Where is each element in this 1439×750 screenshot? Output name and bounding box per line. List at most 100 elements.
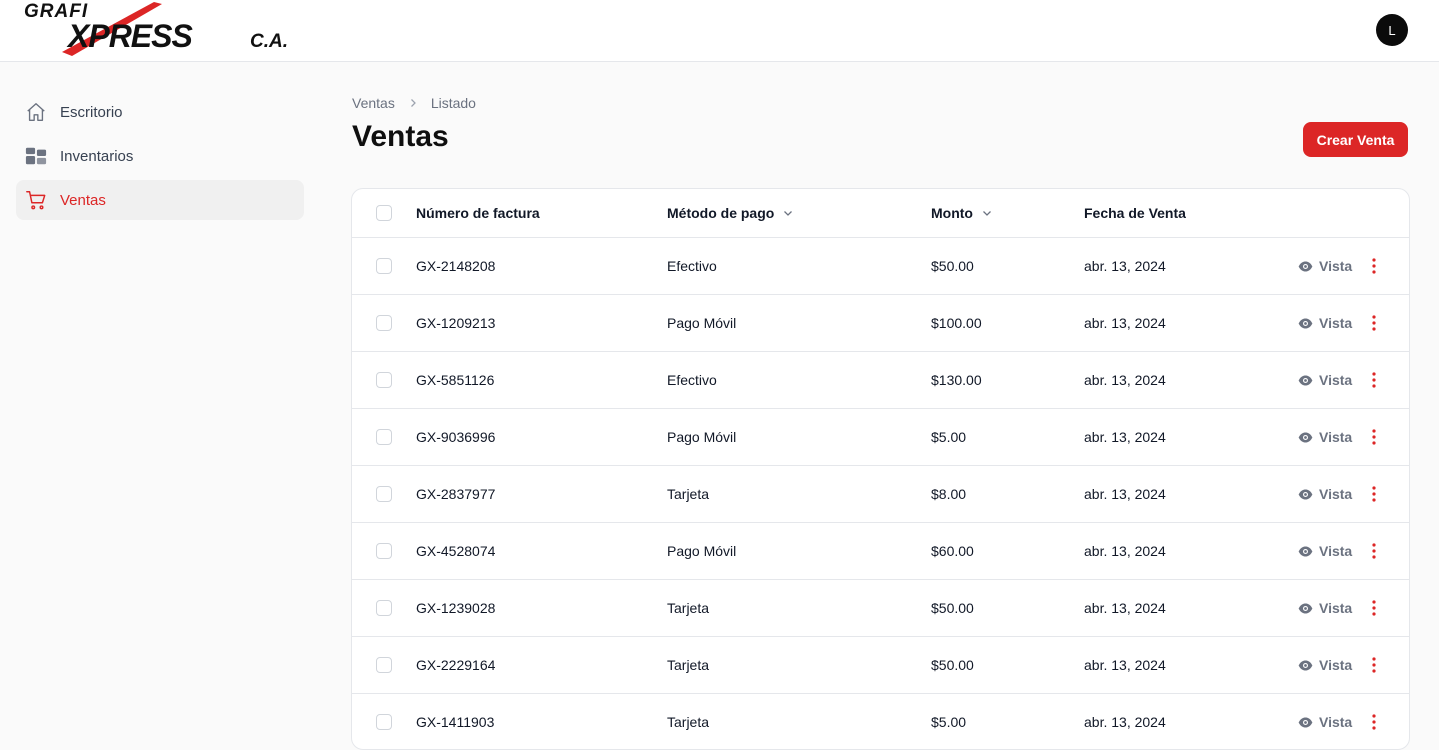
sale-date: abr. 13, 2024 <box>1084 543 1166 559</box>
sale-date: abr. 13, 2024 <box>1084 429 1166 445</box>
row-checkbox[interactable] <box>376 295 392 351</box>
view-label: Vista <box>1319 600 1353 616</box>
view-button[interactable]: Vista <box>1298 409 1352 465</box>
table-row[interactable]: GX-1209213 Pago Móvil $100.00 abr. 13, 2… <box>352 295 1409 352</box>
more-options-icon[interactable] <box>1366 694 1382 749</box>
row-checkbox[interactable] <box>376 466 392 522</box>
create-sale-button[interactable]: Crear Venta <box>1303 122 1408 157</box>
view-label: Vista <box>1319 714 1353 730</box>
more-options-icon[interactable] <box>1366 523 1382 579</box>
view-button[interactable]: Vista <box>1298 352 1352 408</box>
invoice-number: GX-9036996 <box>416 429 496 445</box>
eye-icon <box>1298 717 1313 727</box>
sidebar-item-ventas[interactable]: Ventas <box>16 180 304 220</box>
table-row[interactable]: GX-2229164 Tarjeta $50.00 abr. 13, 2024 … <box>352 637 1409 694</box>
more-options-icon[interactable] <box>1366 466 1382 522</box>
invoice-number: GX-1411903 <box>416 714 495 730</box>
sidebar: Escritorio Inventarios Ventas <box>16 92 304 224</box>
more-options-icon[interactable] <box>1366 238 1382 294</box>
svg-text:XPRESS: XPRESS <box>66 18 193 54</box>
column-header-payment-method[interactable]: Método de pago <box>667 189 794 237</box>
view-button[interactable]: Vista <box>1298 580 1352 636</box>
column-header-amount[interactable]: Monto <box>931 189 993 237</box>
view-button[interactable]: Vista <box>1298 694 1353 749</box>
home-icon <box>24 100 48 124</box>
table-row[interactable]: GX-2148208 Efectivo $50.00 abr. 13, 2024… <box>352 238 1409 295</box>
eye-icon <box>1298 261 1313 271</box>
table-row[interactable]: GX-1411903 Tarjeta $5.00 abr. 13, 2024 V… <box>352 694 1409 749</box>
payment-method: Tarjeta <box>667 486 710 502</box>
view-label: Vista <box>1319 486 1353 502</box>
invoice-number: GX-1209213 <box>416 315 496 331</box>
eye-icon <box>1298 546 1313 556</box>
table-row[interactable]: GX-5851126 Efectivo $130.00 abr. 13, 202… <box>352 352 1409 409</box>
invoice-number: GX-5851126 <box>416 372 495 388</box>
view-label: Vista <box>1319 543 1353 559</box>
sale-date: abr. 13, 2024 <box>1084 315 1166 331</box>
payment-method: Tarjeta <box>667 600 710 616</box>
breadcrumb-link-ventas[interactable]: Ventas <box>352 95 395 111</box>
amount: $50.00 <box>931 600 974 616</box>
brand-logo: GRAFI XPRESS C.A. <box>24 1 288 56</box>
payment-method: Tarjeta <box>667 657 710 673</box>
row-checkbox[interactable] <box>376 352 392 408</box>
view-button[interactable]: Vista <box>1298 637 1352 693</box>
payment-method: Pago Móvil <box>667 543 737 559</box>
row-checkbox[interactable] <box>376 238 392 294</box>
sidebar-item-inventarios[interactable]: Inventarios <box>16 136 304 176</box>
top-bar: GRAFI XPRESS C.A. L <box>0 0 1439 62</box>
sale-date: abr. 13, 2024 <box>1084 600 1166 616</box>
user-avatar[interactable]: L <box>1376 14 1408 46</box>
eye-icon <box>1298 375 1313 385</box>
sale-date: abr. 13, 2024 <box>1084 486 1166 502</box>
row-checkbox[interactable] <box>376 523 392 579</box>
sale-date: abr. 13, 2024 <box>1084 372 1166 388</box>
amount: $50.00 <box>931 657 974 673</box>
eye-icon <box>1298 660 1313 670</box>
more-options-icon[interactable] <box>1366 295 1382 351</box>
payment-method: Efectivo <box>667 258 717 274</box>
payment-method: Pago Móvil <box>667 315 737 331</box>
grid-icon <box>24 144 48 168</box>
chevron-down-icon[interactable] <box>981 207 993 219</box>
more-options-icon[interactable] <box>1366 409 1382 465</box>
payment-method: Tarjeta <box>667 714 710 730</box>
amount: $50.00 <box>931 258 974 274</box>
eye-icon <box>1298 318 1313 328</box>
more-options-icon[interactable] <box>1366 352 1382 408</box>
chevron-right-icon <box>407 97 419 109</box>
chevron-down-icon[interactable] <box>782 207 794 219</box>
view-button[interactable]: Vista <box>1298 523 1352 579</box>
view-button[interactable]: Vista <box>1298 238 1352 294</box>
sales-table: Número de factura Método de pago Monto F… <box>351 188 1410 750</box>
table-header: Número de factura Método de pago Monto F… <box>352 189 1409 238</box>
more-options-icon[interactable] <box>1366 580 1382 636</box>
row-checkbox[interactable] <box>376 580 392 636</box>
invoice-number: GX-4528074 <box>416 543 496 559</box>
sale-date: abr. 13, 2024 <box>1084 657 1166 673</box>
table-row[interactable]: GX-2837977 Tarjeta $8.00 abr. 13, 2024 V… <box>352 466 1409 523</box>
payment-method: Efectivo <box>667 372 717 388</box>
table-row[interactable]: GX-1239028 Tarjeta $50.00 abr. 13, 2024 … <box>352 580 1409 637</box>
view-label: Vista <box>1319 372 1353 388</box>
table-row[interactable]: GX-4528074 Pago Móvil $60.00 abr. 13, 20… <box>352 523 1409 580</box>
row-checkbox[interactable] <box>376 694 392 749</box>
amount: $60.00 <box>931 543 974 559</box>
amount: $8.00 <box>931 486 967 502</box>
amount: $5.00 <box>931 429 967 445</box>
breadcrumb: Ventas Listado <box>352 95 476 111</box>
view-label: Vista <box>1319 258 1353 274</box>
more-options-icon[interactable] <box>1366 637 1382 693</box>
table-row[interactable]: GX-9036996 Pago Móvil $5.00 abr. 13, 202… <box>352 409 1409 466</box>
invoice-number: GX-2837977 <box>416 486 496 502</box>
view-label: Vista <box>1319 429 1353 445</box>
view-button[interactable]: Vista <box>1298 295 1352 351</box>
eye-icon <box>1298 603 1313 613</box>
svg-text:C.A.: C.A. <box>250 31 288 52</box>
view-button[interactable]: Vista <box>1298 466 1352 522</box>
column-header-invoice: Número de factura <box>416 205 540 221</box>
row-checkbox[interactable] <box>376 409 392 465</box>
select-all-checkbox[interactable] <box>376 189 392 237</box>
sidebar-item-escritorio[interactable]: Escritorio <box>16 92 304 132</box>
row-checkbox[interactable] <box>376 637 392 693</box>
